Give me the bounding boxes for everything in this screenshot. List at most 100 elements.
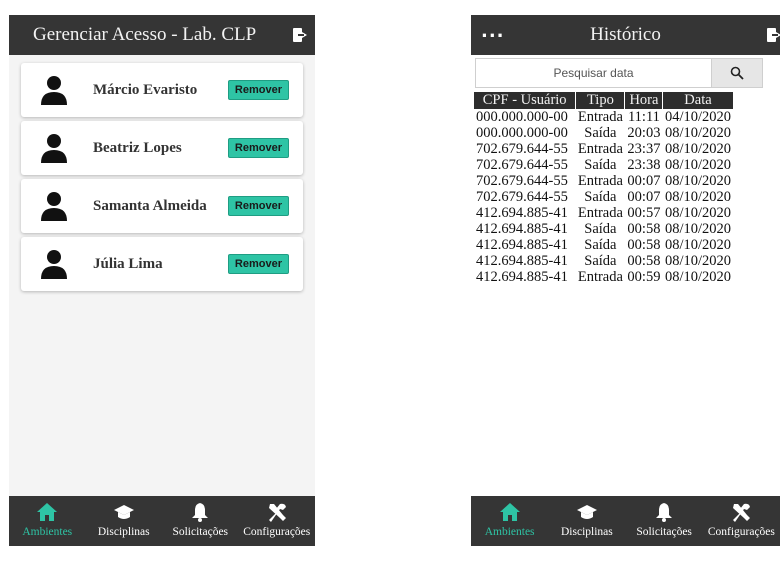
- nav-ambientes[interactable]: Ambientes: [471, 496, 548, 546]
- cell-tipo: Saída: [584, 237, 617, 253]
- app-bar: ... Histórico: [471, 15, 780, 55]
- table-row: 412.694.885-41 Entrada 00:59 08/10/2020: [474, 269, 733, 285]
- table-row: 702.679.644-55 Entrada 23:37 08/10/2020: [474, 141, 733, 157]
- cell-data: 08/10/2020: [664, 237, 731, 253]
- access-management-screen: Gerenciar Acesso - Lab. CLP Márcio Evari…: [9, 15, 315, 546]
- cell-tipo: Saída: [584, 157, 617, 173]
- cell-hora: 11:11: [627, 109, 660, 125]
- nav-label: Ambientes: [484, 526, 535, 538]
- bottom-navigation: Ambientes Disciplinas Solicitações Confi…: [9, 496, 315, 546]
- column-header-cpf: CPF - Usuário: [474, 92, 577, 109]
- nav-solicitacoes[interactable]: Solicitações: [626, 496, 703, 546]
- column-header-data: Data: [662, 92, 734, 109]
- exit-door-icon[interactable]: [766, 27, 780, 43]
- nav-disciplinas[interactable]: Disciplinas: [548, 496, 625, 546]
- nav-label: Solicitações: [172, 526, 229, 538]
- search-icon: [730, 66, 744, 80]
- cell-hora: 23:37: [627, 141, 661, 157]
- page-title: Histórico: [590, 24, 661, 45]
- nav-configuracoes[interactable]: Configurações: [239, 496, 316, 546]
- cell-tipo: Entrada: [577, 205, 623, 221]
- cell-data: 08/10/2020: [664, 269, 731, 285]
- bell-icon: [656, 503, 673, 522]
- table-row: 702.679.644-55 Entrada 00:07 08/10/2020: [474, 173, 733, 189]
- cell-tipo: Entrada: [577, 141, 623, 157]
- cell-cpf: 702.679.644-55: [476, 157, 568, 173]
- nav-label: Disciplinas: [561, 526, 613, 538]
- cell-data: 08/10/2020: [664, 205, 731, 221]
- history-screen: ... Histórico CPF - Usuário Tipo Hora Da…: [471, 15, 780, 546]
- user-card: Beatriz Lopes Remover: [21, 121, 303, 175]
- nav-label: Configurações: [707, 526, 775, 538]
- nav-label: Solicitações: [636, 526, 692, 538]
- cell-cpf: 412.694.885-41: [476, 253, 568, 269]
- user-name: Júlia Lima: [93, 255, 163, 272]
- column-header-tipo: Tipo: [575, 92, 626, 109]
- search-row: [471, 55, 780, 91]
- cell-cpf: 000.000.000-00: [476, 125, 568, 141]
- cell-hora: 00:58: [627, 237, 661, 253]
- exit-door-icon[interactable]: [292, 27, 308, 43]
- table-header-row: CPF - Usuário Tipo Hora Data: [474, 92, 734, 109]
- cell-cpf: 702.679.644-55: [476, 189, 568, 205]
- user-card: Samanta Almeida Remover: [21, 179, 303, 233]
- nav-configuracoes[interactable]: Configurações: [703, 496, 780, 546]
- table-row: 000.000.000-00 Entrada 11:11 04/10/2020: [474, 109, 733, 125]
- remove-user-button[interactable]: Remover: [227, 196, 289, 216]
- user-avatar-icon: [41, 134, 67, 163]
- cell-data: 08/10/2020: [664, 141, 731, 157]
- user-card: Júlia Lima Remover: [21, 237, 303, 291]
- remove-user-button[interactable]: Remover: [227, 138, 289, 158]
- cell-tipo: Entrada: [577, 173, 623, 189]
- graduation-cap-icon: [113, 505, 134, 519]
- cell-data: 08/10/2020: [664, 157, 731, 173]
- nav-label: Configurações: [243, 526, 311, 538]
- cell-hora: 00:58: [627, 253, 661, 269]
- table-row: 412.694.885-41 Saída 00:58 08/10/2020: [474, 221, 733, 237]
- home-icon: [37, 503, 58, 521]
- history-table: CPF - Usuário Tipo Hora Data 000.000.000…: [474, 92, 734, 285]
- page-title: Gerenciar Acesso - Lab. CLP: [33, 24, 257, 45]
- cell-cpf: 412.694.885-41: [476, 269, 568, 285]
- search-button[interactable]: [711, 58, 763, 88]
- nav-label: Disciplinas: [97, 526, 150, 538]
- cell-hora: 00:07: [627, 189, 661, 205]
- bell-icon: [192, 503, 209, 522]
- user-avatar-icon: [41, 250, 67, 279]
- cell-tipo: Saída: [584, 125, 617, 141]
- cell-hora: 00:57: [627, 205, 661, 221]
- cell-tipo: Saída: [584, 221, 617, 237]
- user-name: Márcio Evaristo: [93, 81, 198, 98]
- user-avatar-icon: [41, 76, 67, 105]
- cell-data: 08/10/2020: [664, 253, 731, 269]
- nav-solicitacoes[interactable]: Solicitações: [162, 496, 239, 546]
- bottom-navigation: Ambientes Disciplinas Solicitações Confi…: [471, 496, 780, 546]
- table-row: 412.694.885-41 Saída 00:58 08/10/2020: [474, 253, 733, 269]
- cell-hora: 00:07: [627, 173, 661, 189]
- cell-cpf: 702.679.644-55: [476, 173, 568, 189]
- table-row: 412.694.885-41 Saída 00:58 08/10/2020: [474, 237, 733, 253]
- table-row: 000.000.000-00 Saída 20:03 08/10/2020: [474, 125, 733, 141]
- user-list: Márcio Evaristo Remover Beatriz Lopes Re…: [9, 55, 315, 291]
- nav-label: Ambientes: [22, 526, 73, 538]
- remove-user-button[interactable]: Remover: [227, 254, 289, 274]
- cell-data: 08/10/2020: [664, 221, 731, 237]
- cell-tipo: Saída: [584, 253, 617, 269]
- nav-disciplinas[interactable]: Disciplinas: [86, 496, 163, 546]
- cell-cpf: 412.694.885-41: [476, 221, 568, 237]
- cell-hora: 00:59: [627, 269, 661, 285]
- cell-hora: 00:58: [627, 221, 661, 237]
- date-search-input[interactable]: [475, 58, 712, 88]
- cell-data: 08/10/2020: [664, 189, 731, 205]
- cell-hora: 20:03: [627, 125, 661, 141]
- user-avatar-icon: [41, 192, 67, 221]
- remove-user-button[interactable]: Remover: [227, 80, 289, 100]
- cell-tipo: Entrada: [577, 109, 623, 125]
- app-bar: Gerenciar Acesso - Lab. CLP: [9, 15, 315, 55]
- user-name: Samanta Almeida: [93, 197, 207, 214]
- nav-ambientes[interactable]: Ambientes: [9, 496, 86, 546]
- cell-tipo: Entrada: [577, 269, 623, 285]
- home-icon: [499, 503, 520, 521]
- cell-hora: 23:38: [627, 157, 661, 173]
- user-name: Beatriz Lopes: [93, 139, 182, 156]
